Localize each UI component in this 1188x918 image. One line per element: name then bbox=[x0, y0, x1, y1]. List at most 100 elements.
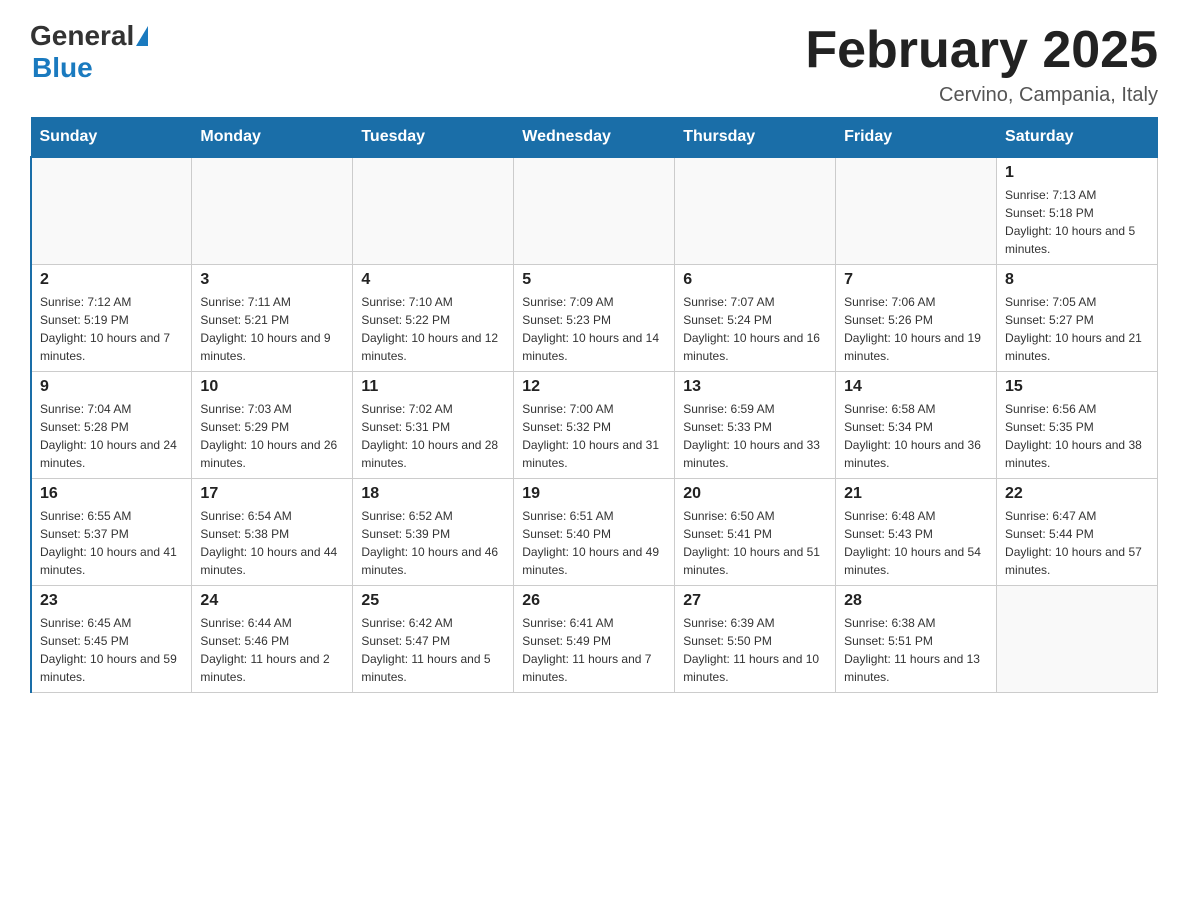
day-info: Sunrise: 7:11 AMSunset: 5:21 PMDaylight:… bbox=[200, 293, 344, 365]
weekday-header-tuesday: Tuesday bbox=[353, 118, 514, 158]
day-number: 23 bbox=[40, 592, 183, 610]
day-number: 11 bbox=[361, 378, 505, 396]
title-area: February 2025 Cervino, Campania, Italy bbox=[805, 20, 1158, 107]
day-number: 19 bbox=[522, 485, 666, 503]
calendar-week-row: 1 Sunrise: 7:13 AMSunset: 5:18 PMDaylight… bbox=[31, 157, 1158, 265]
day-info: Sunrise: 7:09 AMSunset: 5:23 PMDaylight:… bbox=[522, 293, 666, 365]
calendar-day-cell: 2Sunrise: 7:12 AMSunset: 5:19 PMDaylight… bbox=[31, 265, 192, 372]
day-info: Sunrise: 7:13 AMSunset: 5:18 PMDaylight:… bbox=[1005, 186, 1149, 258]
calendar-day-cell: 7 Sunrise: 7:06 AMSunset: 5:26 PMDaylight… bbox=[836, 265, 997, 372]
calendar-day-cell bbox=[353, 157, 514, 265]
calendar-day-cell bbox=[997, 586, 1158, 693]
calendar-day-cell: 27Sunrise: 6:39 AMSunset: 5:50 PMDayligh… bbox=[675, 586, 836, 693]
weekday-header-row: SundayMondayTuesdayWednesdayThursdayFrid… bbox=[31, 118, 1158, 158]
day-number: 3 bbox=[200, 271, 344, 289]
calendar-day-cell: 13 Sunrise: 6:59 AMSunset: 5:33 PMDayligh… bbox=[675, 372, 836, 479]
page-header: General Blue February 2025 Cervino, Camp… bbox=[30, 20, 1158, 107]
calendar-day-cell: 15 Sunrise: 6:56 AMSunset: 5:35 PMDayligh… bbox=[997, 372, 1158, 479]
weekday-header-thursday: Thursday bbox=[675, 118, 836, 158]
day-number: 2 bbox=[40, 271, 183, 289]
location-subtitle: Cervino, Campania, Italy bbox=[805, 84, 1158, 107]
day-number: 22 bbox=[1005, 485, 1149, 503]
logo-blue-text: Blue bbox=[32, 52, 93, 83]
logo: General Blue bbox=[30, 20, 150, 84]
day-number: 13 bbox=[683, 378, 827, 396]
day-number: 21 bbox=[844, 485, 988, 503]
calendar-day-cell: 1 Sunrise: 7:13 AMSunset: 5:18 PMDaylight… bbox=[997, 157, 1158, 265]
calendar-day-cell: 28Sunrise: 6:38 AMSunset: 5:51 PMDayligh… bbox=[836, 586, 997, 693]
day-number: 12 bbox=[522, 378, 666, 396]
day-info: Sunrise: 6:52 AMSunset: 5:39 PMDaylight:… bbox=[361, 507, 505, 579]
day-number: 17 bbox=[200, 485, 344, 503]
calendar-day-cell: 22 Sunrise: 6:47 AMSunset: 5:44 PMDayligh… bbox=[997, 479, 1158, 586]
logo-triangle-icon bbox=[136, 26, 148, 46]
calendar-day-cell: 21Sunrise: 6:48 AMSunset: 5:43 PMDayligh… bbox=[836, 479, 997, 586]
calendar-day-cell bbox=[836, 157, 997, 265]
day-number: 16 bbox=[40, 485, 183, 503]
calendar-header: SundayMondayTuesdayWednesdayThursdayFrid… bbox=[31, 118, 1158, 158]
calendar-day-cell: 14Sunrise: 6:58 AMSunset: 5:34 PMDayligh… bbox=[836, 372, 997, 479]
day-info: Sunrise: 6:56 AMSunset: 5:35 PMDaylight:… bbox=[1005, 400, 1149, 472]
day-info: Sunrise: 6:50 AMSunset: 5:41 PMDaylight:… bbox=[683, 507, 827, 579]
day-number: 7 bbox=[844, 271, 988, 289]
day-info: Sunrise: 7:07 AMSunset: 5:24 PMDaylight:… bbox=[683, 293, 827, 365]
day-info: Sunrise: 6:55 AMSunset: 5:37 PMDaylight:… bbox=[40, 507, 183, 579]
day-info: Sunrise: 6:47 AMSunset: 5:44 PMDaylight:… bbox=[1005, 507, 1149, 579]
day-number: 26 bbox=[522, 592, 666, 610]
calendar-day-cell: 12 Sunrise: 7:00 AMSunset: 5:32 PMDayligh… bbox=[514, 372, 675, 479]
day-number: 15 bbox=[1005, 378, 1149, 396]
day-number: 4 bbox=[361, 271, 505, 289]
weekday-header-wednesday: Wednesday bbox=[514, 118, 675, 158]
calendar-day-cell: 17 Sunrise: 6:54 AMSunset: 5:38 PMDayligh… bbox=[192, 479, 353, 586]
calendar-week-row: 23Sunrise: 6:45 AMSunset: 5:45 PMDayligh… bbox=[31, 586, 1158, 693]
calendar-day-cell: 24 Sunrise: 6:44 AMSunset: 5:46 PMDayligh… bbox=[192, 586, 353, 693]
day-info: Sunrise: 6:42 AMSunset: 5:47 PMDaylight:… bbox=[361, 614, 505, 686]
calendar-week-row: 16 Sunrise: 6:55 AMSunset: 5:37 PMDayligh… bbox=[31, 479, 1158, 586]
day-info: Sunrise: 7:03 AMSunset: 5:29 PMDaylight:… bbox=[200, 400, 344, 472]
calendar-day-cell: 8 Sunrise: 7:05 AMSunset: 5:27 PMDaylight… bbox=[997, 265, 1158, 372]
day-info: Sunrise: 6:41 AMSunset: 5:49 PMDaylight:… bbox=[522, 614, 666, 686]
calendar-day-cell: 5 Sunrise: 7:09 AMSunset: 5:23 PMDaylight… bbox=[514, 265, 675, 372]
calendar-day-cell bbox=[192, 157, 353, 265]
calendar-day-cell: 26 Sunrise: 6:41 AMSunset: 5:49 PMDayligh… bbox=[514, 586, 675, 693]
day-number: 1 bbox=[1005, 164, 1149, 182]
day-number: 14 bbox=[844, 378, 988, 396]
day-number: 25 bbox=[361, 592, 505, 610]
calendar-week-row: 2Sunrise: 7:12 AMSunset: 5:19 PMDaylight… bbox=[31, 265, 1158, 372]
calendar-day-cell: 9 Sunrise: 7:04 AMSunset: 5:28 PMDaylight… bbox=[31, 372, 192, 479]
logo-general-text: General bbox=[30, 20, 134, 52]
calendar-day-cell: 4Sunrise: 7:10 AMSunset: 5:22 PMDaylight… bbox=[353, 265, 514, 372]
day-info: Sunrise: 6:59 AMSunset: 5:33 PMDaylight:… bbox=[683, 400, 827, 472]
day-number: 6 bbox=[683, 271, 827, 289]
day-info: Sunrise: 6:38 AMSunset: 5:51 PMDaylight:… bbox=[844, 614, 988, 686]
day-number: 20 bbox=[683, 485, 827, 503]
day-number: 24 bbox=[200, 592, 344, 610]
day-number: 10 bbox=[200, 378, 344, 396]
day-info: Sunrise: 7:05 AMSunset: 5:27 PMDaylight:… bbox=[1005, 293, 1149, 365]
day-info: Sunrise: 6:54 AMSunset: 5:38 PMDaylight:… bbox=[200, 507, 344, 579]
calendar-table: SundayMondayTuesdayWednesdayThursdayFrid… bbox=[30, 117, 1158, 693]
day-number: 9 bbox=[40, 378, 183, 396]
calendar-day-cell: 20 Sunrise: 6:50 AMSunset: 5:41 PMDayligh… bbox=[675, 479, 836, 586]
day-info: Sunrise: 7:00 AMSunset: 5:32 PMDaylight:… bbox=[522, 400, 666, 472]
day-info: Sunrise: 7:04 AMSunset: 5:28 PMDaylight:… bbox=[40, 400, 183, 472]
logo-text: General bbox=[30, 20, 150, 52]
day-info: Sunrise: 6:51 AMSunset: 5:40 PMDaylight:… bbox=[522, 507, 666, 579]
weekday-header-friday: Friday bbox=[836, 118, 997, 158]
calendar-day-cell bbox=[31, 157, 192, 265]
month-title: February 2025 bbox=[805, 20, 1158, 80]
day-number: 27 bbox=[683, 592, 827, 610]
day-number: 8 bbox=[1005, 271, 1149, 289]
calendar-day-cell: 6 Sunrise: 7:07 AMSunset: 5:24 PMDaylight… bbox=[675, 265, 836, 372]
day-info: Sunrise: 6:44 AMSunset: 5:46 PMDaylight:… bbox=[200, 614, 344, 686]
calendar-day-cell: 25 Sunrise: 6:42 AMSunset: 5:47 PMDayligh… bbox=[353, 586, 514, 693]
calendar-day-cell: 3 Sunrise: 7:11 AMSunset: 5:21 PMDaylight… bbox=[192, 265, 353, 372]
calendar-day-cell: 10 Sunrise: 7:03 AMSunset: 5:29 PMDayligh… bbox=[192, 372, 353, 479]
calendar-day-cell: 16 Sunrise: 6:55 AMSunset: 5:37 PMDayligh… bbox=[31, 479, 192, 586]
calendar-week-row: 9 Sunrise: 7:04 AMSunset: 5:28 PMDaylight… bbox=[31, 372, 1158, 479]
weekday-header-saturday: Saturday bbox=[997, 118, 1158, 158]
day-number: 5 bbox=[522, 271, 666, 289]
day-info: Sunrise: 7:02 AMSunset: 5:31 PMDaylight:… bbox=[361, 400, 505, 472]
weekday-header-monday: Monday bbox=[192, 118, 353, 158]
day-info: Sunrise: 7:06 AMSunset: 5:26 PMDaylight:… bbox=[844, 293, 988, 365]
